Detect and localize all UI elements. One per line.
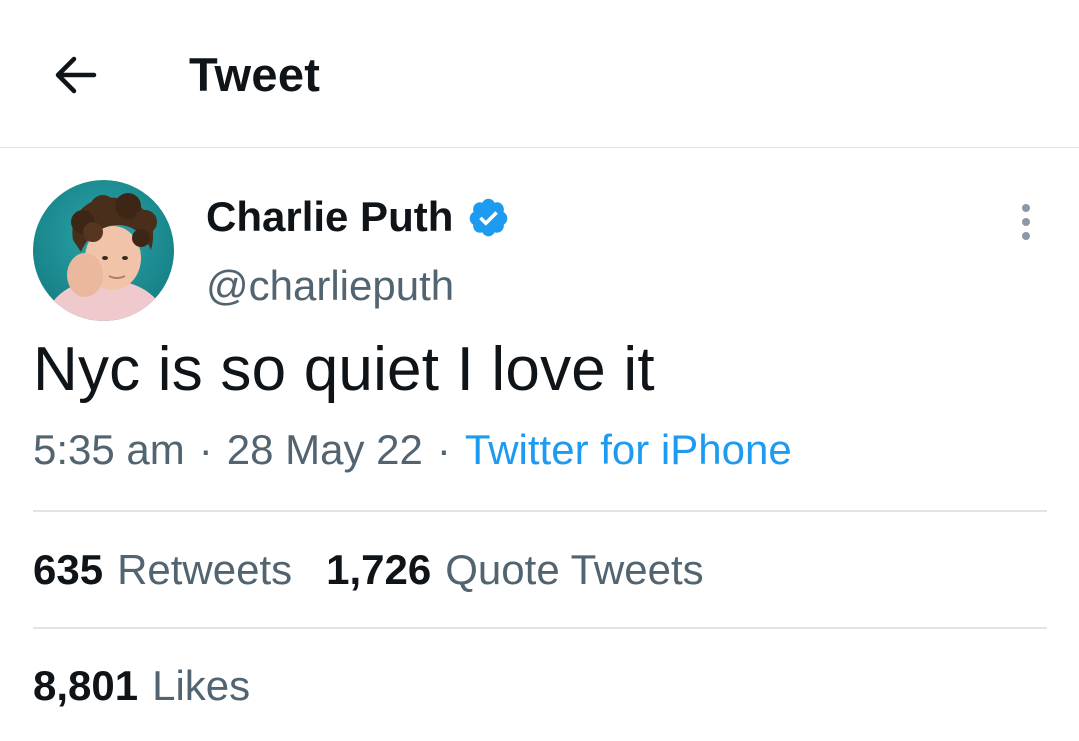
retweets-label: Retweets xyxy=(117,546,293,593)
retweets-stat[interactable]: 635 Retweets xyxy=(33,546,292,594)
avatar-image xyxy=(33,180,174,321)
retweets-count: 635 xyxy=(33,546,104,593)
more-options-button[interactable] xyxy=(1008,200,1044,246)
tweet-meta: 5:35 am · 28 May 22 · Twitter for iPhone xyxy=(33,426,792,474)
tweet-detail-page: Tweet Charlie Puth @charlieputh Nyc is s… xyxy=(0,0,1079,741)
meta-separator: · xyxy=(436,426,451,473)
quote-tweets-label: Quote Tweets xyxy=(445,546,704,593)
avatar[interactable] xyxy=(33,180,174,321)
divider xyxy=(33,510,1047,512)
back-button[interactable] xyxy=(50,50,100,100)
verified-badge-icon xyxy=(467,196,510,239)
stats-row-shares: 635 Retweets 1,726 Quote Tweets xyxy=(33,546,738,594)
tweet-time[interactable]: 5:35 am xyxy=(33,426,185,473)
tweet-date[interactable]: 28 May 22 xyxy=(227,426,423,473)
quote-tweets-stat[interactable]: 1,726 Quote Tweets xyxy=(326,546,704,594)
tweet-source-link[interactable]: Twitter for iPhone xyxy=(465,426,792,473)
more-vertical-icon xyxy=(1022,204,1030,240)
likes-count: 8,801 xyxy=(33,662,139,709)
tweet-text: Nyc is so quiet I love it xyxy=(33,335,655,404)
author-display-name[interactable]: Charlie Puth xyxy=(206,193,453,241)
quote-tweets-count: 1,726 xyxy=(326,546,432,593)
author-name-row[interactable]: Charlie Puth xyxy=(206,193,510,241)
stats-row-likes: 8,801 Likes xyxy=(33,662,284,710)
arrow-left-icon xyxy=(55,56,97,94)
meta-separator: · xyxy=(198,426,213,473)
page-title: Tweet xyxy=(189,48,321,101)
divider xyxy=(33,627,1047,629)
likes-stat[interactable]: 8,801 Likes xyxy=(33,662,250,710)
likes-label: Likes xyxy=(152,662,251,709)
top-app-bar: Tweet xyxy=(0,0,1079,148)
author-handle[interactable]: @charlieputh xyxy=(206,262,454,310)
